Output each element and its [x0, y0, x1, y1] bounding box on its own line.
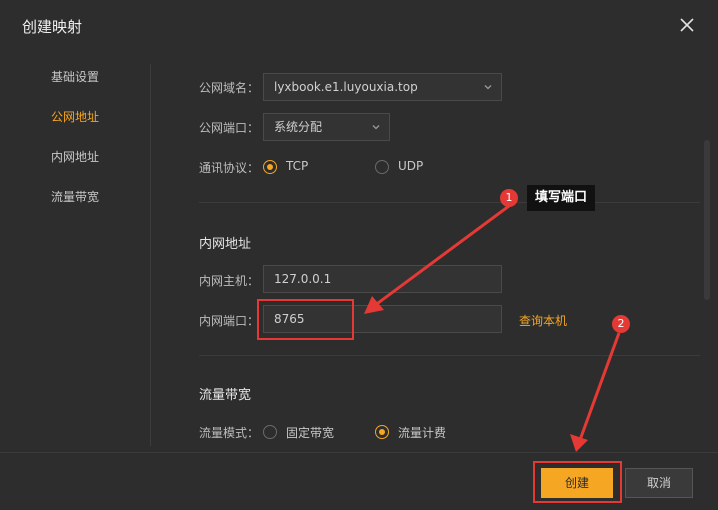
- sidebar-nav: 基础设置 公网地址 内网地址 流量带宽: [0, 58, 150, 448]
- public-port-value: 系统分配: [274, 120, 323, 134]
- metered-traffic-label: 流量计费: [398, 426, 447, 440]
- internal-section-title: 内网地址: [199, 237, 252, 252]
- public-domain-select[interactable]: lyxbook.e1.luyouxia.top: [263, 73, 502, 101]
- fixed-bandwidth-radio[interactable]: [263, 425, 277, 439]
- internal-port-label: 内网端口：: [199, 314, 260, 328]
- protocol-udp-radio[interactable]: [375, 160, 389, 174]
- bandwidth-section-title: 流量带宽: [199, 388, 252, 403]
- footer-divider: [0, 452, 718, 453]
- close-icon[interactable]: [678, 16, 696, 34]
- step-1-badge: 1: [500, 189, 518, 207]
- protocol-tcp-label: TCP: [286, 159, 309, 173]
- chevron-down-icon: [372, 125, 380, 130]
- internal-host-input[interactable]: 127.0.0.1: [263, 265, 502, 293]
- chevron-down-icon: [484, 85, 492, 90]
- sidebar-divider: [150, 64, 151, 446]
- public-port-select[interactable]: 系统分配: [263, 113, 390, 141]
- public-domain-label: 公网域名：: [199, 81, 260, 95]
- scrollbar[interactable]: [704, 140, 710, 300]
- traffic-mode-label: 流量模式：: [199, 426, 260, 440]
- internal-host-value: 127.0.0.1: [274, 272, 332, 286]
- sidebar-item-bandwidth[interactable]: 流量带宽: [51, 188, 99, 205]
- create-mapping-dialog: 创建映射 基础设置 公网地址 内网地址 流量带宽 公网域名： lyxbook.e…: [0, 0, 718, 510]
- step-2-badge: 2: [612, 315, 630, 333]
- step-1-tooltip: 填写端口: [527, 185, 596, 211]
- create-highlight-box: [533, 461, 622, 503]
- internal-host-label: 内网主机：: [199, 274, 260, 288]
- section-divider: [199, 355, 700, 356]
- cancel-button[interactable]: 取消: [625, 468, 693, 498]
- protocol-label: 通讯协议：: [199, 161, 260, 175]
- public-domain-value: lyxbook.e1.luyouxia.top: [274, 80, 418, 94]
- lookup-local-link[interactable]: 查询本机: [519, 312, 567, 329]
- metered-traffic-radio[interactable]: [375, 425, 389, 439]
- protocol-tcp-radio[interactable]: [263, 160, 277, 174]
- sidebar-item-internal-address[interactable]: 内网地址: [51, 148, 99, 165]
- sidebar-item-basic-settings[interactable]: 基础设置: [51, 68, 99, 85]
- sidebar-item-public-address[interactable]: 公网地址: [51, 108, 99, 125]
- dialog-title: 创建映射: [22, 18, 83, 36]
- fixed-bandwidth-label: 固定带宽: [286, 426, 335, 440]
- section-divider: [199, 202, 700, 203]
- port-highlight-box: [257, 299, 354, 340]
- public-port-label: 公网端口：: [199, 121, 260, 135]
- protocol-udp-label: UDP: [398, 159, 424, 173]
